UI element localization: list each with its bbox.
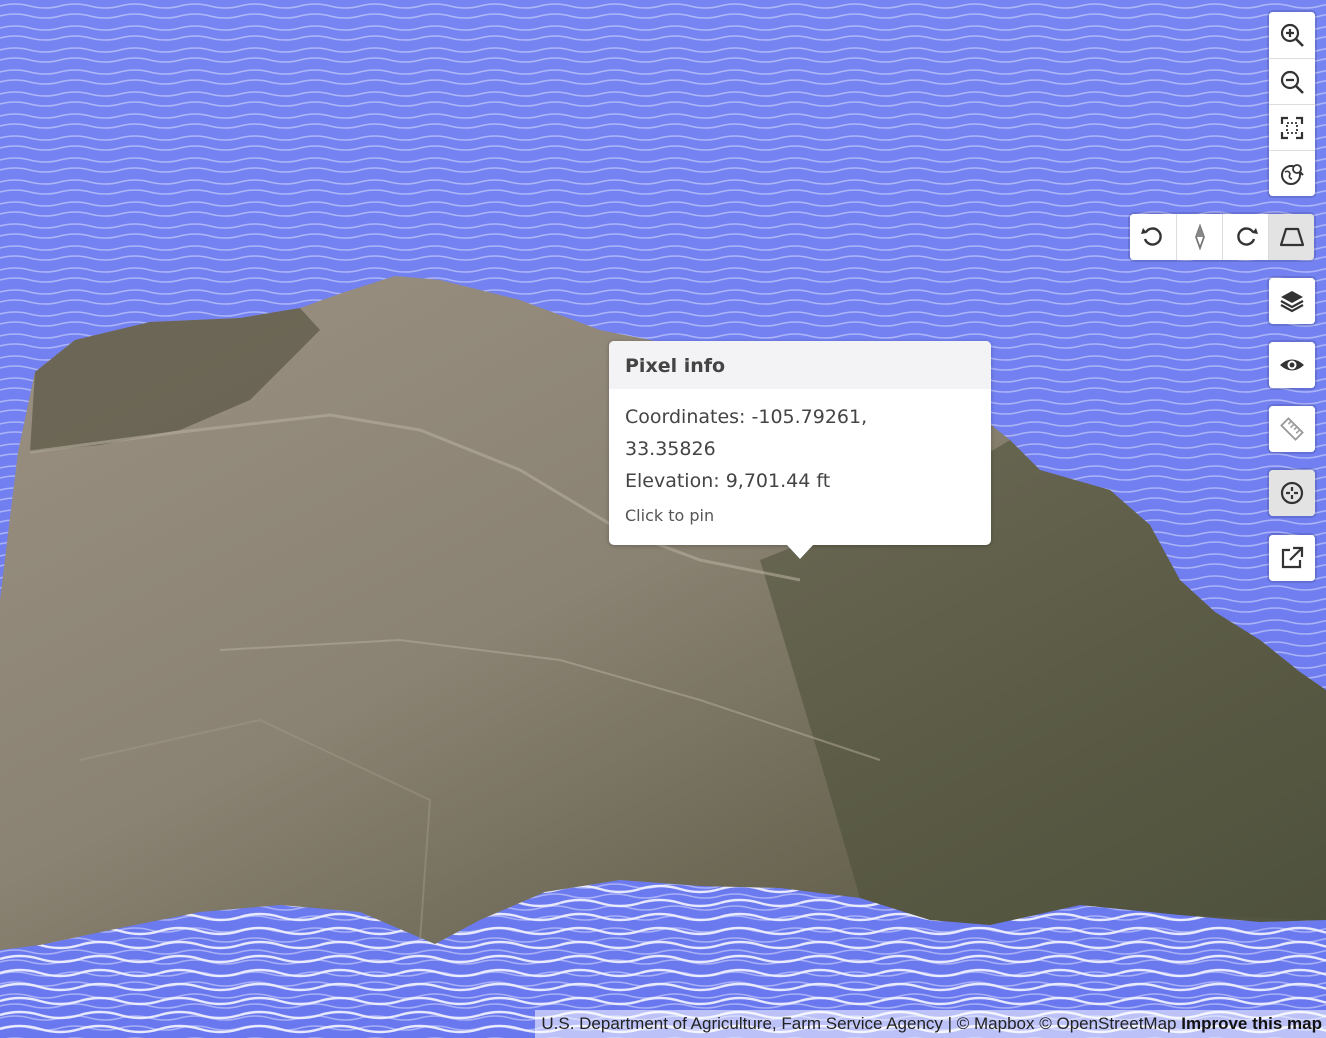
locate-button[interactable]	[1269, 470, 1315, 516]
ruler-icon	[1280, 417, 1304, 441]
popup-tip	[787, 545, 813, 559]
pixel-info-popup[interactable]: Pixel info Coordinates: -105.79261, 33.3…	[609, 341, 991, 559]
rotation-controls	[1130, 214, 1314, 260]
compass-icon	[1194, 223, 1205, 251]
globe-icon	[1281, 163, 1304, 185]
rotate-left-button[interactable]	[1130, 214, 1176, 260]
globe-button[interactable]	[1269, 150, 1315, 196]
pitch-icon	[1279, 227, 1304, 247]
coordinates-text-cont: 33.35826	[625, 438, 716, 460]
crosshair-icon	[1280, 481, 1304, 505]
coordinates-text: Coordinates: -105.79261,	[625, 406, 868, 428]
rotate-left-icon	[1141, 227, 1162, 246]
navigation-controls	[1269, 12, 1315, 196]
layers-control	[1269, 278, 1315, 324]
visibility-control	[1269, 342, 1315, 388]
layers-button[interactable]	[1269, 278, 1315, 324]
zoom-out-button[interactable]	[1269, 58, 1315, 104]
rotate-right-icon	[1236, 227, 1258, 246]
fullscreen-icon	[1280, 116, 1304, 139]
zoom-in-button[interactable]	[1269, 12, 1315, 58]
map-attribution: U.S. Department of Agriculture, Farm Ser…	[535, 1010, 1326, 1038]
pin-hint: Click to pin	[625, 506, 715, 525]
measure-button[interactable]	[1269, 406, 1315, 452]
popup-title: Pixel info	[609, 341, 991, 389]
measure-control	[1269, 406, 1315, 452]
improve-map-link[interactable]: Improve this map	[1181, 1014, 1322, 1033]
locate-control	[1269, 470, 1315, 516]
layers-icon	[1280, 291, 1304, 313]
open-external-control	[1269, 535, 1315, 581]
external-link-icon	[1281, 546, 1304, 569]
compass-button[interactable]	[1176, 214, 1222, 260]
pitch-button[interactable]	[1268, 214, 1314, 260]
eye-icon	[1280, 359, 1304, 371]
zoom-out-icon	[1280, 70, 1304, 94]
fullscreen-button[interactable]	[1269, 104, 1315, 150]
zoom-in-icon	[1280, 23, 1304, 47]
rotate-right-button[interactable]	[1222, 214, 1268, 260]
visibility-button[interactable]	[1269, 342, 1315, 388]
open-external-button[interactable]	[1269, 535, 1315, 581]
popup-body: Coordinates: -105.79261, 33.35826 Elevat…	[609, 389, 991, 545]
elevation-text: Elevation: 9,701.44 ft	[625, 470, 831, 492]
attribution-text: U.S. Department of Agriculture, Farm Ser…	[541, 1014, 1177, 1033]
